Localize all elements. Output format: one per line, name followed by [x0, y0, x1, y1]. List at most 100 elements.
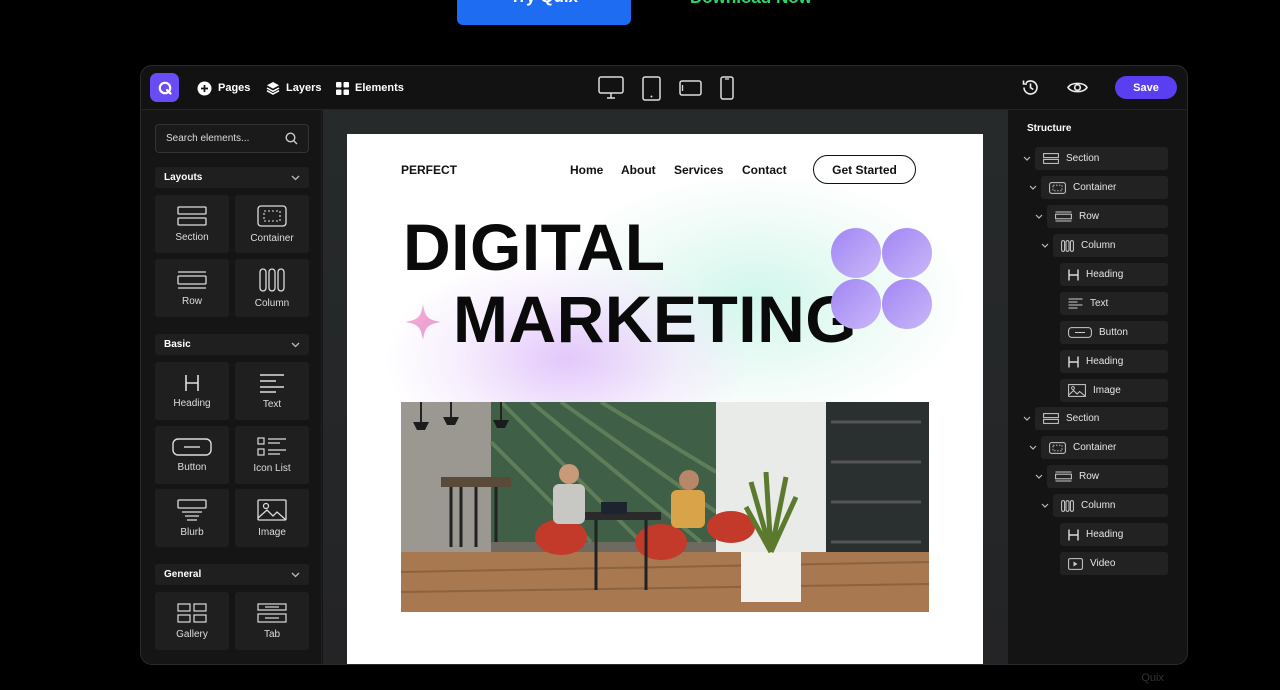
structure-node-column[interactable]: Column — [1053, 234, 1168, 257]
tile-label: Column — [254, 297, 290, 309]
nav-services[interactable]: Services — [674, 163, 723, 177]
group-title: Basic — [164, 339, 191, 350]
hero-actions: Try Quix Download Now — [0, 0, 1280, 30]
headline-line-2[interactable]: MARKETING — [453, 286, 857, 352]
search-icon — [285, 132, 298, 145]
structure-node-container[interactable]: Container — [1041, 176, 1168, 199]
tree-expand-chevron-icon[interactable] — [1029, 444, 1037, 452]
quix-logo[interactable] — [150, 73, 179, 102]
save-button[interactable]: Save — [1115, 76, 1177, 99]
headline-line-1[interactable]: DIGITAL — [403, 214, 666, 280]
chevron-down-icon — [291, 175, 300, 180]
element-image[interactable]: Image — [235, 489, 309, 547]
tree-expand-chevron-icon[interactable] — [1035, 473, 1043, 481]
group-basic-header[interactable]: Basic — [155, 334, 309, 355]
structure-node-heading[interactable]: Heading — [1060, 263, 1168, 286]
structure-node-label: Section — [1066, 153, 1100, 164]
structure-node-heading[interactable]: Heading — [1060, 350, 1168, 373]
builder-window: Pages Layers Elements Save Search elemen… — [140, 65, 1188, 665]
site-brand[interactable]: PERFECT — [401, 163, 457, 177]
structure-node-video[interactable]: Video — [1060, 552, 1168, 575]
element-tab[interactable]: Tab — [235, 592, 309, 650]
element-button[interactable]: Button — [155, 426, 229, 484]
column-icon — [1061, 499, 1074, 512]
container-icon — [1049, 181, 1066, 194]
layers-label: Layers — [286, 82, 322, 94]
section-icon — [1043, 153, 1059, 164]
structure-node-label: Column — [1081, 500, 1116, 511]
search-elements-field[interactable]: Search elements... — [155, 124, 309, 153]
page-preview[interactable]: PERFECT Home About Services Contact Get … — [347, 134, 983, 664]
element-icon-list[interactable]: Icon List — [235, 426, 309, 484]
structure-node-label: Heading — [1086, 269, 1124, 280]
pages-button[interactable]: Pages — [197, 78, 250, 98]
structure-node-heading[interactable]: Heading — [1060, 523, 1168, 546]
element-blurb[interactable]: Blurb — [155, 489, 229, 547]
plus-circle-icon — [197, 81, 212, 95]
tree-expand-chevron-icon[interactable] — [1023, 155, 1031, 163]
tablet-view-icon[interactable] — [642, 76, 661, 101]
icon-list-icon — [257, 436, 286, 456]
blurb-icon — [177, 498, 207, 521]
heading-icon — [1068, 269, 1079, 281]
try-quix-button[interactable]: Try Quix — [457, 0, 631, 25]
element-gallery[interactable]: Gallery — [155, 592, 229, 650]
preview-eye-icon[interactable] — [1067, 80, 1088, 95]
structure-node-label: Column — [1081, 240, 1116, 251]
nav-about[interactable]: About — [621, 163, 656, 177]
layers-icon — [266, 82, 280, 95]
search-input[interactable]: Search elements... — [166, 133, 249, 144]
image-icon — [257, 498, 287, 521]
sparkle-icon — [405, 304, 441, 340]
tablet-landscape-view-icon[interactable] — [679, 80, 702, 96]
tile-label: Icon List — [253, 462, 291, 474]
tile-label: Button — [177, 461, 207, 473]
structure-node-column[interactable]: Column — [1053, 494, 1168, 517]
element-section[interactable]: Section — [155, 195, 229, 253]
structure-node-row[interactable]: Row — [1047, 465, 1168, 488]
structure-node-container[interactable]: Container — [1041, 436, 1168, 459]
structure-node-section[interactable]: Section — [1035, 407, 1168, 430]
section-icon — [1043, 413, 1059, 424]
element-text[interactable]: Text — [235, 362, 309, 420]
tree-expand-chevron-icon[interactable] — [1029, 184, 1037, 192]
structure-node-row[interactable]: Row — [1047, 205, 1168, 228]
chevron-down-icon — [291, 342, 300, 347]
nav-contact[interactable]: Contact — [742, 163, 787, 177]
mobile-view-icon[interactable] — [720, 76, 734, 100]
layers-button[interactable]: Layers — [266, 78, 321, 98]
element-row[interactable]: Row — [155, 259, 229, 317]
structure-node-label: Button — [1099, 327, 1128, 338]
group-general-header[interactable]: General — [155, 564, 309, 585]
section-icon — [177, 205, 207, 226]
history-icon[interactable] — [1021, 78, 1040, 97]
structure-node-label: Row — [1079, 211, 1100, 222]
tree-expand-chevron-icon[interactable] — [1041, 242, 1049, 250]
group-layouts-header[interactable]: Layouts — [155, 167, 309, 188]
heading-icon — [185, 374, 199, 391]
tile-label: Gallery — [176, 628, 208, 640]
structure-node-text[interactable]: Text — [1060, 292, 1168, 315]
tile-label: Tab — [263, 628, 281, 640]
text-icon — [260, 373, 284, 393]
tab-icon — [257, 602, 287, 623]
nav-home[interactable]: Home — [570, 163, 603, 177]
tree-expand-chevron-icon[interactable] — [1041, 502, 1049, 510]
desktop-view-icon[interactable] — [598, 76, 624, 100]
element-container[interactable]: Container — [235, 195, 309, 253]
structure-node-section[interactable]: Section — [1035, 147, 1168, 170]
tree-expand-chevron-icon[interactable] — [1035, 213, 1043, 221]
element-heading[interactable]: Heading — [155, 362, 229, 420]
office-photo[interactable] — [401, 402, 929, 612]
get-started-button[interactable]: Get Started — [813, 155, 916, 184]
structure-node-image[interactable]: Image — [1060, 379, 1168, 402]
column-icon — [259, 267, 285, 292]
download-now-link[interactable]: Download Now — [690, 0, 812, 8]
structure-node-button[interactable]: Button — [1060, 321, 1168, 344]
image-icon — [1068, 384, 1086, 397]
elements-button[interactable]: Elements — [336, 78, 404, 98]
tree-expand-chevron-icon[interactable] — [1023, 415, 1031, 423]
elements-label: Elements — [355, 82, 404, 94]
button-icon — [172, 437, 212, 456]
element-column[interactable]: Column — [235, 259, 309, 317]
